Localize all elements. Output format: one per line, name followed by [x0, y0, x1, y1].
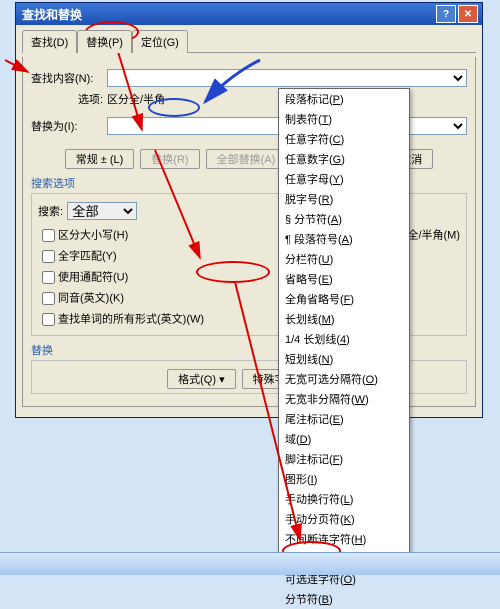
normal-button[interactable]: 常规 ± (L)	[65, 149, 135, 169]
dialog-title: 查找和替换	[22, 6, 82, 23]
taskbar	[0, 552, 500, 575]
menu-item-0[interactable]: 段落标记(P)	[279, 89, 409, 109]
menu-item-16[interactable]: 尾注标记(E)	[279, 409, 409, 429]
label-search: 搜索:	[38, 203, 63, 219]
format-button[interactable]: 格式(Q) ▾	[167, 369, 235, 389]
menu-item-18[interactable]: 脚注标记(F)	[279, 449, 409, 469]
replace-button[interactable]: 替换(R)	[140, 149, 199, 169]
menu-item-1[interactable]: 制表符(T)	[279, 109, 409, 129]
menu-item-14[interactable]: 无宽可选分隔符(O)	[279, 369, 409, 389]
menu-item-11[interactable]: 长划线(M)	[279, 309, 409, 329]
menu-item-5[interactable]: 脱字号(R)	[279, 189, 409, 209]
menu-item-7[interactable]: ¶ 段落符号(A)	[279, 229, 409, 249]
label-options: 选项:	[31, 91, 103, 107]
label-replacewith: 替换为(I):	[31, 118, 103, 134]
menu-item-4[interactable]: 任意字母(Y)	[279, 169, 409, 189]
menu-item-21[interactable]: 手动分页符(K)	[279, 509, 409, 529]
titlebar[interactable]: 查找和替换 ? ✕	[16, 3, 482, 25]
label-findwhat: 查找内容(N):	[31, 70, 103, 86]
find-replace-dialog: 查找和替换 ? ✕ 查找(D) 替换(P) 定位(G) 查找内容(N): 选项:…	[15, 2, 483, 418]
special-chars-menu: 段落标记(P)制表符(T)任意字符(C)任意数字(G)任意字母(Y)脱字号(R)…	[278, 88, 410, 568]
tab-goto[interactable]: 定位(G)	[132, 30, 188, 53]
menu-item-25[interactable]: 分节符(B)	[279, 589, 409, 609]
tab-replace[interactable]: 替换(P)	[77, 30, 132, 53]
anno-circle-input	[148, 98, 200, 117]
menu-item-13[interactable]: 短划线(N)	[279, 349, 409, 369]
menu-item-12[interactable]: 1/4 长划线(4)	[279, 329, 409, 349]
menu-item-19[interactable]: 图形(I)	[279, 469, 409, 489]
find-input[interactable]	[107, 69, 467, 87]
menu-item-17[interactable]: 域(D)	[279, 429, 409, 449]
menu-item-9[interactable]: 省略号(E)	[279, 269, 409, 289]
menu-item-3[interactable]: 任意数字(G)	[279, 149, 409, 169]
replaceall-button[interactable]: 全部替换(A)	[206, 149, 287, 169]
menu-item-2[interactable]: 任意字符(C)	[279, 129, 409, 149]
tab-strip: 查找(D) 替换(P) 定位(G)	[22, 29, 476, 53]
menu-item-10[interactable]: 全角省略号(F)	[279, 289, 409, 309]
menu-item-15[interactable]: 无宽非分隔符(W)	[279, 389, 409, 409]
menu-item-22[interactable]: 不间断连字符(H)	[279, 529, 409, 549]
help-button[interactable]: ?	[436, 5, 456, 23]
menu-item-20[interactable]: 手动换行符(L)	[279, 489, 409, 509]
tab-find[interactable]: 查找(D)	[22, 30, 77, 53]
search-scope[interactable]: 全部	[67, 202, 137, 220]
close-button[interactable]: ✕	[458, 5, 478, 23]
menu-item-8[interactable]: 分栏符(U)	[279, 249, 409, 269]
menu-item-6[interactable]: § 分节符(A)	[279, 209, 409, 229]
